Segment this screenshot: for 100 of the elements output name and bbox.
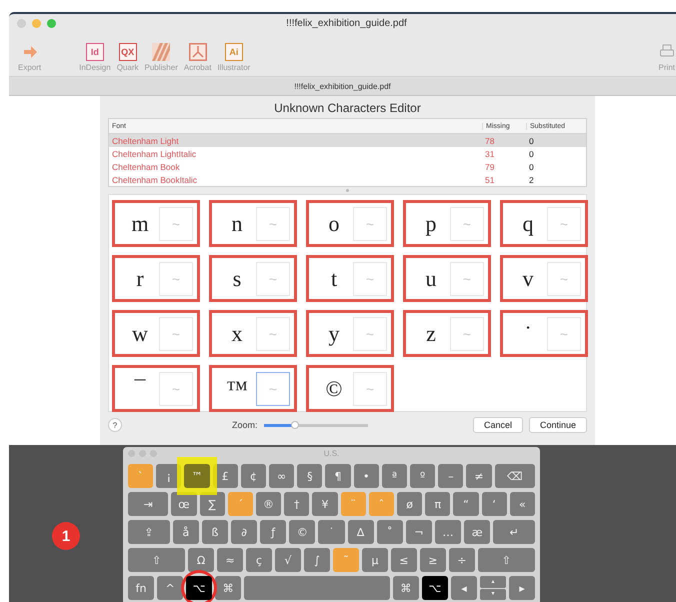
glyph: u (424, 266, 438, 292)
glyph: p (424, 210, 438, 236)
keyboard-key[interactable]: ≈ (217, 548, 244, 572)
keyboard-key[interactable]: ∆ (348, 520, 374, 544)
keyboard-key[interactable]: ¬ (406, 520, 432, 544)
keyboard-key[interactable]: ç (246, 548, 272, 572)
keyboard-key[interactable]: † (284, 492, 310, 516)
zoom-icon[interactable] (47, 18, 56, 28)
glyph: y (328, 320, 340, 346)
keyboard-key[interactable]: µ (362, 548, 388, 572)
keyboard-key[interactable]: ≥ (420, 548, 446, 572)
keyboard-key[interactable]: ƒ (260, 520, 286, 544)
table-cell-text: 79 (484, 162, 496, 172)
app-icon: QX (118, 43, 137, 61)
glyph: m (130, 210, 150, 236)
glyph: ¯ (133, 376, 147, 402)
keyboard-key[interactable]: ∂ (231, 520, 258, 544)
keyboard-key[interactable]: ⌥ (422, 576, 448, 600)
table-cell-text: 0 (528, 136, 535, 146)
keyboard-key[interactable]: – (438, 464, 464, 488)
keyboard-key[interactable]: ˆ (368, 492, 394, 516)
glyph: ˙ (523, 320, 533, 346)
table-row[interactable]: Cheltenham Light 78 0 (109, 134, 586, 147)
table-cell-text: 0 (528, 162, 535, 172)
glyph: © (324, 376, 344, 402)
keyboard-key[interactable]: ⌘ (392, 576, 419, 600)
keyboard-key[interactable]: ` (128, 464, 154, 488)
keyboard-key[interactable]: © (289, 520, 316, 544)
keyboard-key[interactable]: … (434, 520, 462, 544)
table-cell-text: 31 (484, 148, 496, 158)
keyboard-key[interactable]: ∞ (269, 464, 294, 488)
table-cell-text: 78 (484, 136, 496, 146)
glyph: n (230, 210, 244, 236)
keyboard-key[interactable]: ª (382, 464, 408, 488)
keyboard-key[interactable]: ¥ (312, 492, 338, 516)
keyboard-key[interactable]: ^ (157, 576, 184, 600)
help-button[interactable]: ? (108, 418, 122, 432)
slider-thumb[interactable] (290, 420, 299, 428)
splitter-handle[interactable] (346, 189, 349, 192)
dialog-button[interactable]: Cancel (472, 417, 523, 433)
glyph: x (230, 320, 244, 346)
close-icon[interactable] (17, 18, 26, 28)
document-tab[interactable]: !!!felix_exhibition_guide.pdf (9, 77, 676, 96)
table-cell-text: 2 (528, 174, 535, 184)
keyboard-key[interactable]: ß (202, 520, 228, 544)
keyboard-key[interactable]: ÷ (448, 548, 475, 572)
keyboard-key[interactable]: ⇧ (128, 548, 186, 572)
glyph: r (135, 266, 145, 292)
keyboard-key[interactable]: ® (256, 492, 282, 516)
keyboard-key[interactable]: ˜ (332, 548, 359, 572)
keyboard-key[interactable]: ¢ (240, 464, 266, 488)
keyboard-key[interactable]: ˙ (318, 520, 345, 544)
keyboard-title: U.S. (324, 449, 340, 458)
replacement-field[interactable]: ~ (256, 372, 290, 406)
keyboard-key[interactable]: œ (171, 492, 197, 516)
dialog-button[interactable]: Continue (528, 417, 587, 433)
keyboard-key[interactable]: å (172, 520, 199, 544)
table-cell-text: Cheltenham BookItalic (111, 174, 198, 184)
keyboard-key[interactable]: ◂ (450, 576, 477, 600)
minimize-icon[interactable] (32, 18, 41, 28)
keyboard-key[interactable]: ▸ (509, 576, 536, 600)
keyboard-key[interactable]: ≠ (466, 464, 492, 488)
keyboard-key[interactable]: § (297, 464, 322, 488)
step-badge: 1 (52, 522, 80, 550)
glyph: q (522, 210, 534, 236)
keyboard-key[interactable]: ⇥ (128, 492, 168, 516)
keyboard-key[interactable]: ˚ (376, 520, 403, 544)
glyph: z (425, 320, 437, 346)
keyboard-key[interactable]: ‘ (482, 492, 507, 516)
glyph: ™ (225, 376, 249, 402)
glyph: o (328, 210, 340, 236)
app-icon: Id (86, 43, 104, 61)
glyph: v (522, 266, 534, 292)
keyboard-key[interactable]: ø (396, 492, 422, 516)
keyboard-key[interactable]: ´ (228, 492, 253, 516)
glyph: s (232, 266, 242, 292)
keyboard-key[interactable]: ⇧ (478, 548, 535, 572)
keyboard-key[interactable]: • (354, 464, 379, 488)
keyboard-key[interactable]: « (510, 492, 535, 516)
keyboard-key[interactable]: ↵ (493, 520, 535, 544)
keyboard-key[interactable]: ™ (184, 464, 210, 488)
keyboard-key[interactable]: fn (128, 576, 154, 600)
keyboard-key[interactable]: æ (464, 520, 490, 544)
keyboard-key[interactable]: ⌥ (186, 576, 212, 600)
keyboard-key[interactable]: ∫ (304, 548, 330, 572)
table-cell-text: 0 (528, 148, 535, 158)
keyboard-key[interactable]: ⌘ (215, 576, 242, 600)
keyboard-key[interactable]: ⇪ (128, 520, 170, 544)
keyboard-key[interactable]: π (425, 492, 450, 516)
keyboard-key[interactable]: ⌫ (494, 464, 535, 488)
keyboard-key[interactable]: º (410, 464, 436, 488)
zoom-slider[interactable] (264, 424, 368, 426)
keyboard-key[interactable]: “ (453, 492, 479, 516)
keyboard-key[interactable]: ∑ (200, 492, 225, 516)
keyboard-key[interactable]: ≤ (390, 548, 417, 572)
table-cell-text: Cheltenham LightItalic (111, 148, 198, 158)
keyboard-key[interactable]: √ (275, 548, 302, 572)
space-key[interactable] (244, 576, 390, 600)
keyboard-key[interactable]: Ω (188, 548, 214, 572)
keyboard-key[interactable]: ¶ (325, 464, 351, 488)
